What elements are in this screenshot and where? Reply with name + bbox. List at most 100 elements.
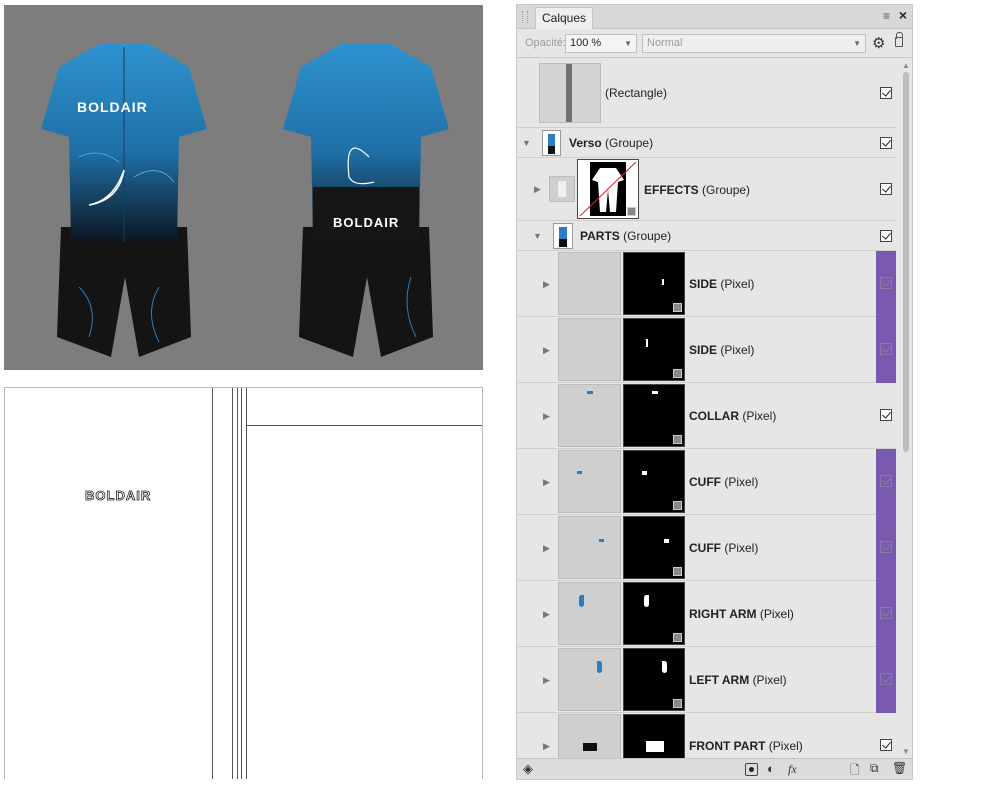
layer-row-side[interactable]: ▶ SIDE (Pixel): [517, 317, 896, 383]
layer-label: RIGHT ARM (Pixel): [689, 607, 794, 621]
collapsed-triangle-icon[interactable]: ▶: [543, 543, 550, 554]
layer-row-verso[interactable]: ▼ Verso (Groupe): [517, 128, 896, 158]
collapsed-triangle-icon[interactable]: ▶: [543, 675, 550, 686]
layer-label: LEFT ARM (Pixel): [689, 673, 787, 687]
scrollbar-thumb[interactable]: [903, 72, 909, 452]
mask-thumbnail: [623, 450, 685, 513]
layer-row-rectangle[interactable]: (Rectangle): [517, 58, 896, 128]
layer-row-front-part[interactable]: ▶ FRONT PART (Pixel): [517, 713, 896, 758]
scroll-up-icon[interactable]: ▲: [902, 61, 910, 70]
blend-mode-select[interactable]: Normal ▼: [642, 34, 866, 53]
layer-list: (Rectangle) ▼ Verso (Groupe) ▶ EFFECTS (…: [517, 58, 899, 758]
layer-list-scrollbar[interactable]: ▲ ▼: [900, 58, 912, 758]
layer-visibility-checkbox[interactable]: [880, 343, 892, 355]
opacity-label: Opacité:: [525, 37, 566, 49]
layer-visibility-checkbox[interactable]: [880, 673, 892, 685]
layer-visibility-checkbox[interactable]: [880, 409, 892, 421]
duplicate-layer-icon[interactable]: ⧉: [870, 761, 879, 776]
collapsed-triangle-icon[interactable]: ▶: [543, 411, 550, 422]
layer-visibility-checkbox[interactable]: [880, 277, 892, 289]
layer-row-effects[interactable]: ▶ EFFECTS (Groupe): [517, 158, 896, 221]
gear-icon[interactable]: ⚙: [872, 34, 885, 52]
pattern-line: [212, 388, 213, 779]
collapsed-triangle-icon[interactable]: ▶: [543, 609, 550, 620]
fx-icon[interactable]: fx: [788, 762, 797, 777]
layer-thumbnail: [558, 516, 621, 579]
layer-thumbnail: [558, 384, 621, 447]
layer-visibility-checkbox[interactable]: [880, 183, 892, 195]
layer-visibility-checkbox[interactable]: [880, 87, 892, 99]
collapsed-triangle-icon[interactable]: ▶: [543, 741, 550, 752]
layer-visibility-checkbox[interactable]: [880, 607, 892, 619]
mask-thumbnail: [577, 159, 639, 219]
layer-label: SIDE (Pixel): [689, 277, 755, 291]
layer-visibility-checkbox[interactable]: [880, 137, 892, 149]
layer-label: Verso (Groupe): [569, 136, 654, 150]
adjustment-icon[interactable]: ◐: [767, 761, 775, 776]
layer-row-cuff[interactable]: ▶ CUFF (Pixel): [517, 449, 896, 515]
layer-thumbnail: [549, 176, 575, 202]
kit-preview-canvas[interactable]: BOLDAIR BOLDAIR: [4, 5, 483, 370]
mask-badge-icon: [673, 567, 682, 576]
layer-row-collar[interactable]: ▶ COLLAR (Pixel): [517, 383, 896, 449]
layer-label: CUFF (Pixel): [689, 541, 759, 555]
drag-grip-icon[interactable]: [522, 11, 528, 23]
flat-pattern-canvas[interactable]: BOLDAIR: [4, 387, 483, 779]
layer-thumbnail: [558, 450, 621, 513]
trash-icon[interactable]: 🗑: [892, 761, 907, 775]
chevron-down-icon[interactable]: ▼: [624, 35, 632, 52]
lock-icon[interactable]: [895, 32, 903, 47]
flat-brand-logo: BOLDAIR: [85, 488, 152, 504]
mask-badge-icon: [673, 303, 682, 312]
layer-label: COLLAR (Pixel): [689, 409, 777, 423]
panel-tab-bar: Calques ≡ ×: [517, 5, 912, 29]
scroll-down-icon[interactable]: ▼: [902, 747, 910, 756]
layer-thumbnail: [558, 582, 621, 645]
layer-visibility-checkbox[interactable]: [880, 475, 892, 487]
tab-calques[interactable]: Calques: [535, 7, 594, 29]
layer-visibility-checkbox[interactable]: [880, 230, 892, 242]
mask-thumbnail: [623, 318, 685, 381]
close-icon[interactable]: ×: [899, 7, 907, 23]
expanded-triangle-icon[interactable]: ▼: [522, 138, 531, 148]
new-layer-icon[interactable]: 🗋: [850, 761, 860, 782]
layer-row-side[interactable]: ▶ SIDE (Pixel): [517, 251, 896, 317]
mask-thumbnail: [623, 648, 685, 711]
layer-label: EFFECTS (Groupe): [644, 183, 751, 197]
panel-bottom-toolbar: ◈ ◐ fx 🗋 ⧉ 🗑: [517, 758, 912, 779]
layer-row-left-arm[interactable]: ▶ LEFT ARM (Pixel): [517, 647, 896, 713]
layer-thumbnail: [542, 130, 561, 156]
layer-visibility-checkbox[interactable]: [880, 739, 892, 751]
pattern-line: [237, 388, 238, 779]
opacity-value: 100 %: [570, 37, 602, 49]
layer-thumbnail: [558, 714, 621, 758]
layer-row-parts[interactable]: ▼ PARTS (Groupe): [517, 221, 896, 251]
mask-thumbnail: [623, 252, 685, 315]
collapsed-triangle-icon[interactable]: ▶: [534, 184, 541, 195]
expanded-triangle-icon[interactable]: ▼: [533, 231, 542, 241]
layer-row-right-arm[interactable]: ▶ RIGHT ARM (Pixel): [517, 581, 896, 647]
layer-label: SIDE (Pixel): [689, 343, 755, 357]
chevron-down-icon[interactable]: ▼: [853, 35, 861, 52]
collapsed-triangle-icon[interactable]: ▶: [543, 345, 550, 356]
panel-menu-icon[interactable]: ≡: [883, 9, 890, 23]
add-mask-icon[interactable]: [745, 763, 758, 776]
layers-panel: Calques ≡ × Opacité: 100 % ▼ Normal ▼ ⚙ …: [516, 4, 913, 780]
mask-thumbnail: [623, 516, 685, 579]
layer-options-bar: Opacité: 100 % ▼ Normal ▼ ⚙: [517, 30, 912, 58]
back-kit-render: BOLDAIR: [281, 37, 451, 367]
pattern-line: [232, 388, 233, 779]
layers-stack-icon[interactable]: ◈: [523, 761, 533, 777]
layer-row-cuff[interactable]: ▶ CUFF (Pixel): [517, 515, 896, 581]
layer-visibility-checkbox[interactable]: [880, 541, 892, 553]
mask-badge-icon: [673, 699, 682, 708]
pattern-line: [241, 388, 242, 779]
back-brand-logo: BOLDAIR: [333, 215, 399, 230]
mask-badge-icon: [673, 501, 682, 510]
layer-thumbnail: [558, 252, 621, 315]
collapsed-triangle-icon[interactable]: ▶: [543, 279, 550, 290]
collapsed-triangle-icon[interactable]: ▶: [543, 477, 550, 488]
opacity-input[interactable]: 100 % ▼: [565, 34, 637, 53]
layer-thumbnail: [553, 223, 573, 249]
layer-thumbnail: [558, 648, 621, 711]
